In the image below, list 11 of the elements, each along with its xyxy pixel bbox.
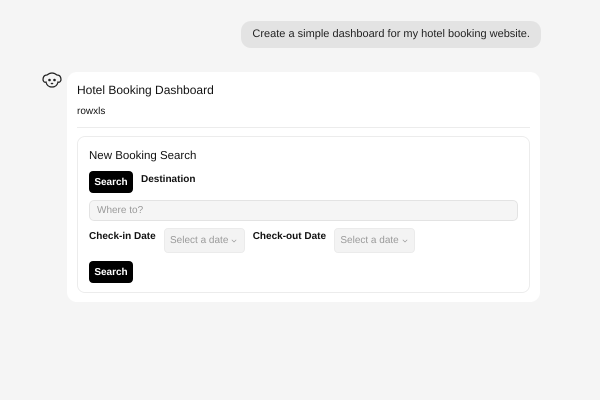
search-button[interactable]: Search (89, 261, 133, 283)
card-heading: New Booking Search (89, 149, 198, 163)
field-label: Check-out Date (252, 230, 326, 244)
field-label: Destination (141, 173, 196, 187)
destination-field[interactable]: Where to? (89, 200, 518, 221)
field-label: Check-in Date (89, 230, 156, 244)
user-message: Create a simple dashboard for my hotel booking website. (241, 21, 541, 48)
search-button[interactable]: Search (89, 171, 133, 193)
dashboard-title: Hotel Booking Dashboard (77, 83, 215, 97)
dog-avatar-icon (42, 72, 62, 89)
subtitle: rowxls (77, 106, 106, 118)
